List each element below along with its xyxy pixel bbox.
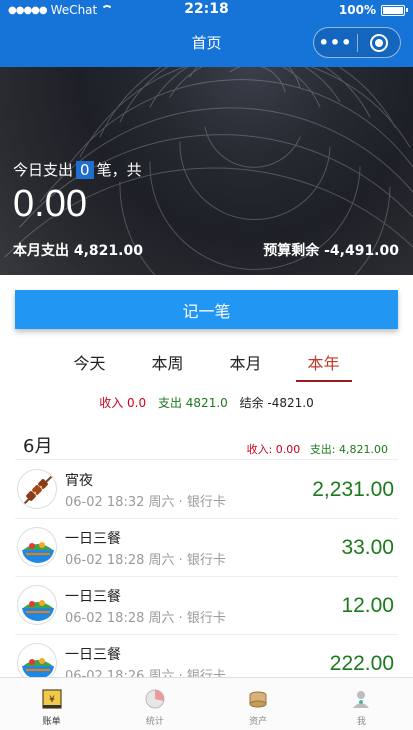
month-income: 收入: 0.00 <box>246 443 301 456</box>
more-button[interactable]: ••• <box>314 33 357 52</box>
record-item[interactable]: 一日三餐 06-02 18:28 周六 · 银行卡 33.00 <box>15 519 398 577</box>
tab-today[interactable]: 今天 <box>61 350 117 382</box>
record-meta: 06-02 18:28 周六 · 银行卡 <box>65 611 226 626</box>
record-item[interactable]: 宵夜 06-02 18:32 周六 · 银行卡 2,231.00 <box>15 461 398 519</box>
top-bar: ●●●●● WeChat 22:18 100% 首页 ••• <box>0 0 413 67</box>
month-label: 6月 <box>23 436 53 457</box>
pie-chart-icon <box>144 688 166 710</box>
today-suffix: 笔，共 <box>96 161 142 179</box>
record-title: 一日三餐 <box>65 647 121 663</box>
close-target-icon <box>369 33 388 52</box>
status-bar: ●●●●● WeChat 22:18 100% <box>0 0 413 22</box>
user-icon <box>350 688 372 710</box>
record-amount: 2,231.00 <box>312 478 394 501</box>
month-group-header: 6月 收入: 0.00 支出: 4,821.00 <box>15 432 398 460</box>
record-list: 宵夜 06-02 18:32 周六 · 银行卡 2,231.00 一日三餐 06… <box>15 461 398 693</box>
record-amount: 222.00 <box>329 652 394 675</box>
battery-percent: 100% <box>338 3 376 17</box>
mini-program-capsule: ••• <box>313 27 401 58</box>
record-item[interactable]: 一日三餐 06-02 18:28 周六 · 银行卡 12.00 <box>15 577 398 635</box>
period-tabs: 今天 本周 本月 本年 <box>0 350 413 382</box>
summary-income: 收入 0.0 <box>99 396 147 410</box>
record-title: 一日三餐 <box>65 531 121 547</box>
budget-remaining: 预算剩余 -4,491.00 <box>263 243 399 259</box>
app-page: ●●●●● WeChat 22:18 100% 首页 ••• 今日支出 0 笔，… <box>0 0 413 730</box>
today-amount: 0.00 <box>13 183 87 225</box>
record-title: 宵夜 <box>65 473 93 489</box>
tab-month[interactable]: 本月 <box>218 350 274 382</box>
summary-expense: 支出 4821.0 <box>157 396 228 410</box>
record-amount: 33.00 <box>341 536 394 559</box>
today-expense-line: 今日支出 0 笔，共 <box>13 159 142 180</box>
close-button[interactable] <box>358 33 400 52</box>
period-summary: 收入 0.0 支出 4821.0 结余 -4821.0 <box>0 394 413 411</box>
hero-banner: 今日支出 0 笔，共 0.00 本月支出 4,821.00 预算剩余 -4,49… <box>0 67 413 275</box>
skewer-icon <box>17 469 57 509</box>
record-amount: 12.00 <box>341 594 394 617</box>
tabbar-label: 我 <box>356 717 366 727</box>
tab-week[interactable]: 本周 <box>139 350 195 382</box>
month-expense: 本月支出 4,821.00 <box>13 243 143 259</box>
month-expense-total: 支出: 4,821.00 <box>309 443 388 456</box>
tabbar-item-stats[interactable]: 统计 <box>103 678 206 730</box>
record-meta: 06-02 18:28 周六 · 银行卡 <box>65 553 226 568</box>
tabbar-item-ledger[interactable]: ¥ 账单 <box>0 678 103 730</box>
meal-bowl-icon <box>17 585 57 625</box>
tabbar-item-me[interactable]: 我 <box>310 678 413 730</box>
tabbar-label: 账单 <box>42 717 61 727</box>
bottom-tabbar: ¥ 账单 统计 资产 我 <box>0 677 413 730</box>
today-count-badge: 0 <box>76 160 94 179</box>
battery-icon <box>381 4 408 16</box>
month-stats: 收入: 0.00 支出: 4,821.00 <box>247 441 388 457</box>
tabbar-item-assets[interactable]: 资产 <box>207 678 310 730</box>
record-title: 一日三餐 <box>65 589 121 605</box>
ledger-icon: ¥ <box>41 688 63 710</box>
svg-text:¥: ¥ <box>49 695 55 705</box>
summary-balance: 结余 -4821.0 <box>239 396 314 410</box>
meal-bowl-icon <box>17 527 57 567</box>
tabbar-label: 统计 <box>145 717 164 727</box>
add-record-button[interactable]: 记一笔 <box>15 290 398 329</box>
coins-icon <box>247 688 269 710</box>
today-prefix: 今日支出 <box>13 161 74 179</box>
tab-year[interactable]: 本年 <box>295 350 352 382</box>
tabbar-label: 资产 <box>249 717 268 727</box>
record-meta: 06-02 18:32 周六 · 银行卡 <box>65 495 226 510</box>
